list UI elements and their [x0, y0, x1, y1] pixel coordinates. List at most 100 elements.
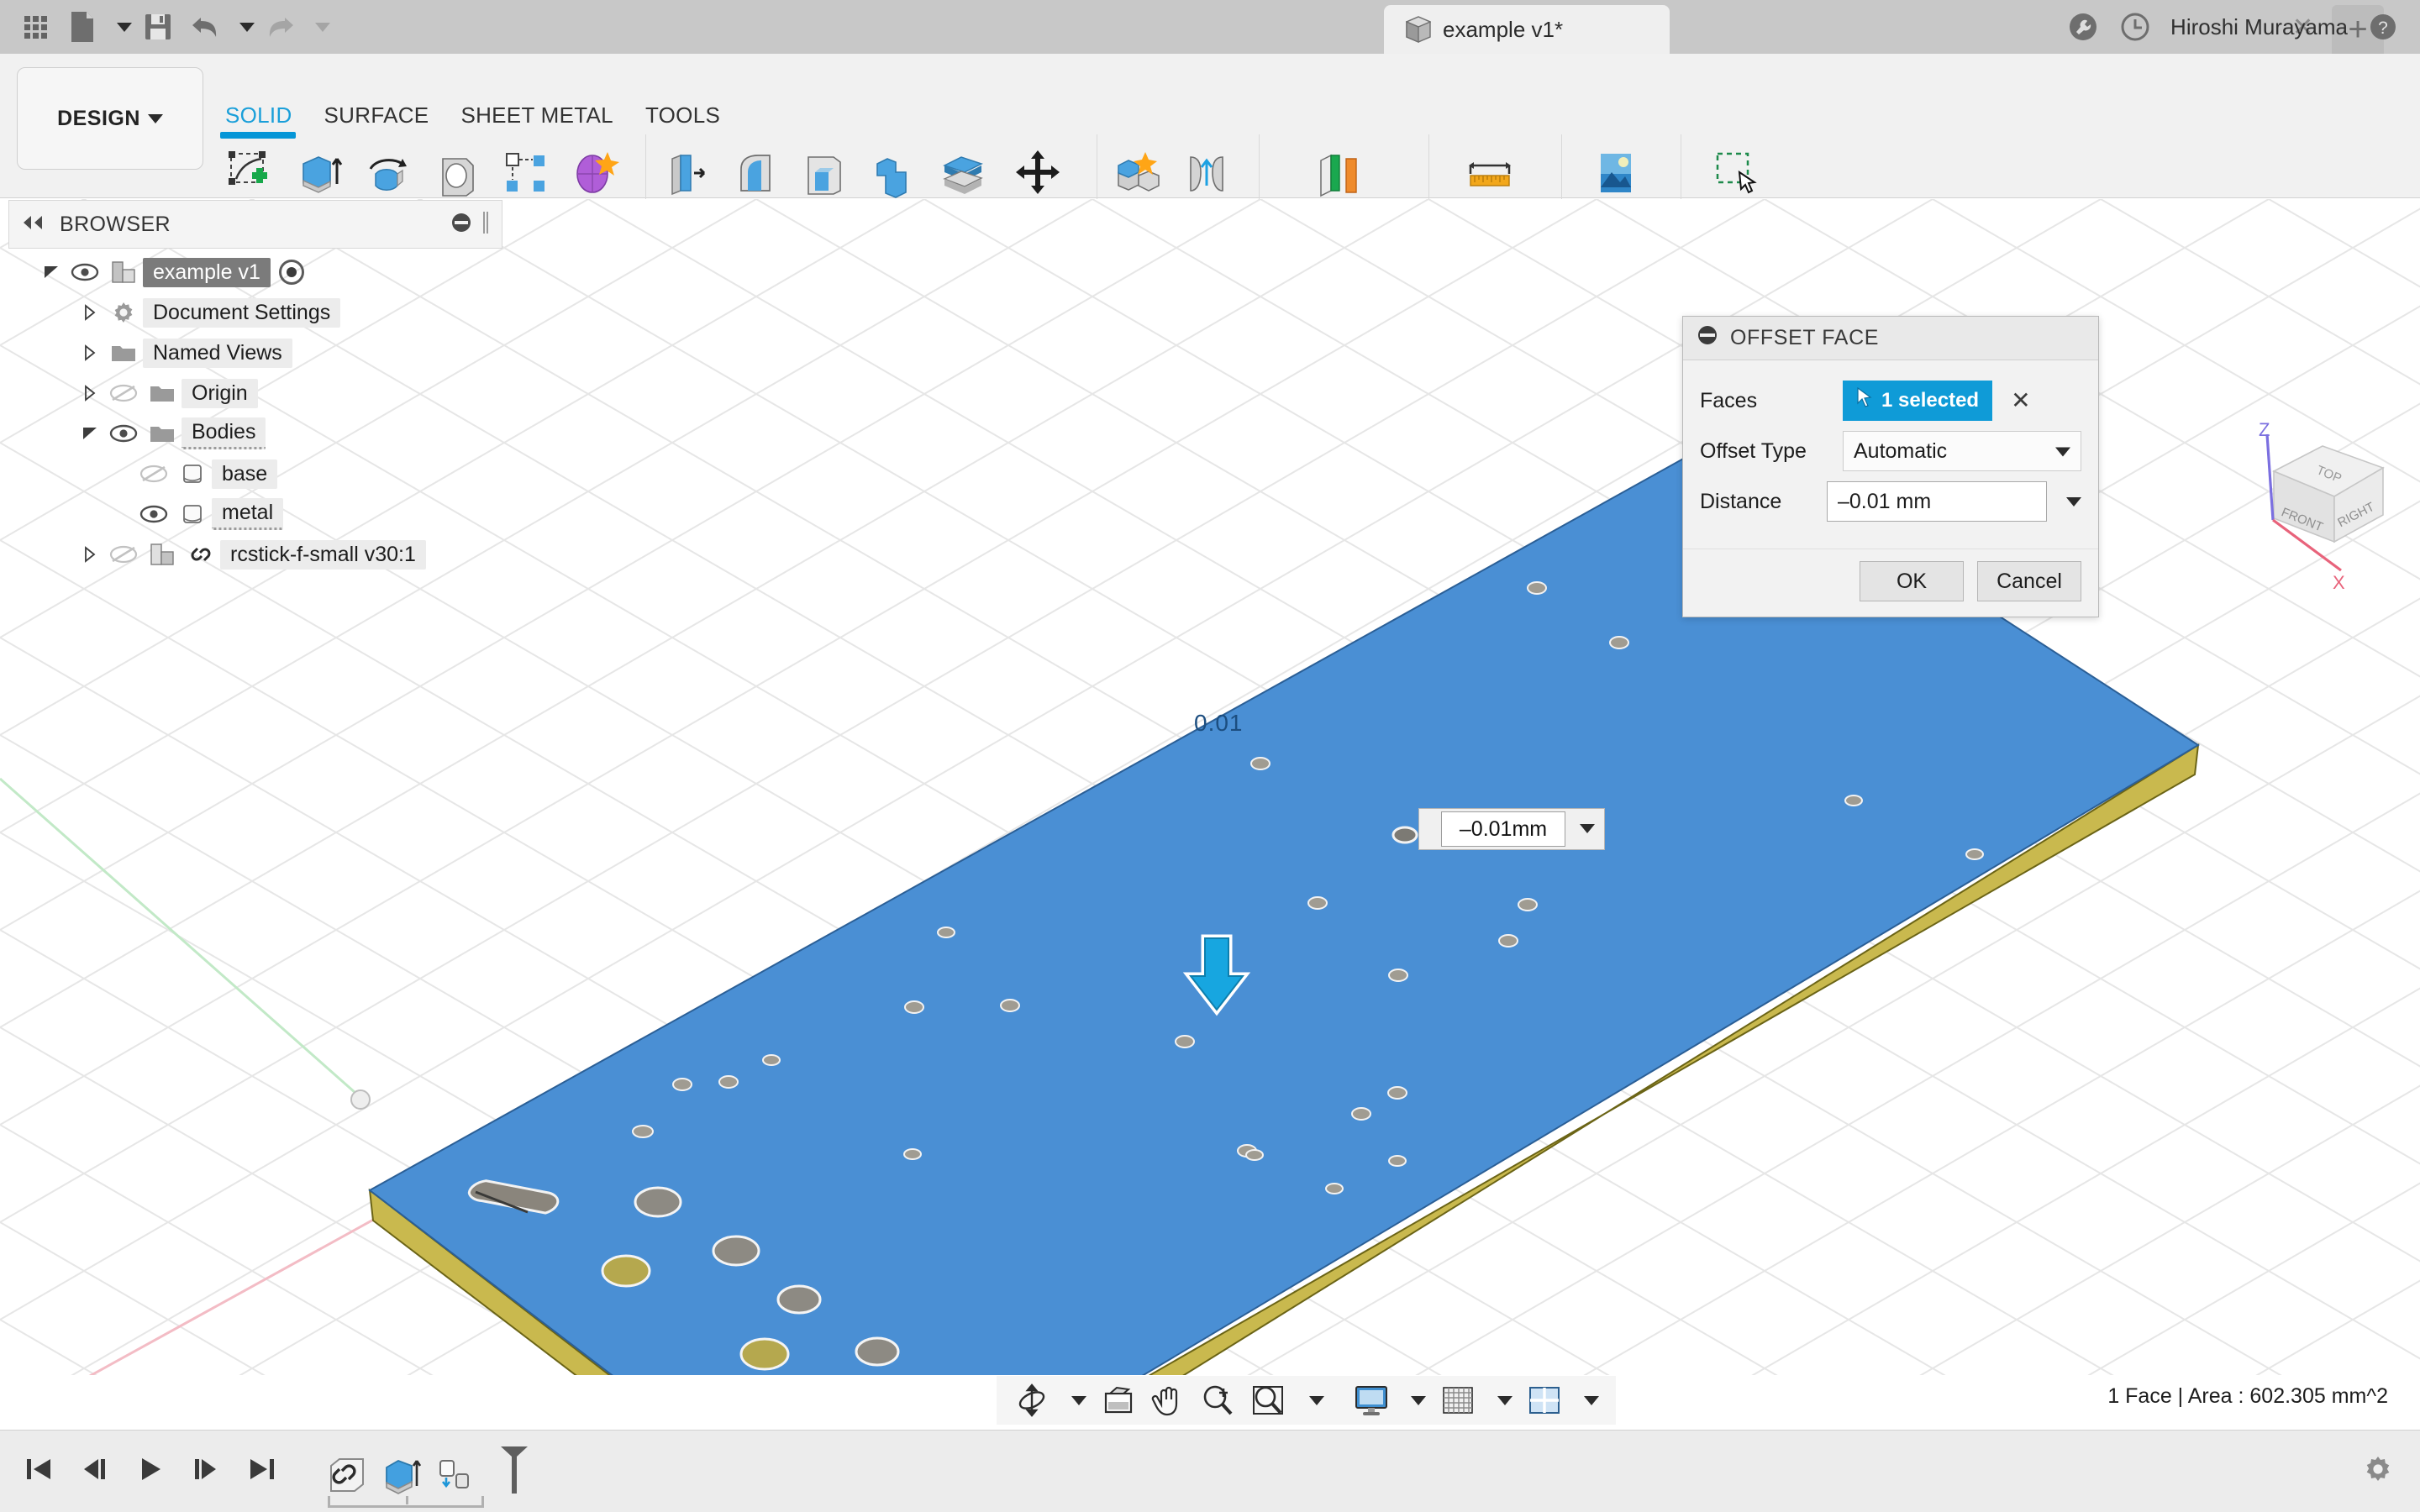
- visibility-eye-off-icon[interactable]: [104, 384, 143, 402]
- sweep-icon[interactable]: [425, 138, 489, 208]
- measure-icon[interactable]: [1451, 138, 1528, 208]
- panel-resize-handle[interactable]: [481, 210, 490, 239]
- viewports-dropdown-icon[interactable]: [1571, 1379, 1604, 1421]
- user-name-label[interactable]: Hiroshi Murayama: [2170, 14, 2348, 40]
- view-cube[interactable]: TOP FRONT RIGHT Z X: [2218, 416, 2420, 609]
- window-selection-icon[interactable]: [1698, 138, 1776, 208]
- undo-icon[interactable]: [182, 0, 229, 54]
- revolve-icon[interactable]: [356, 138, 420, 208]
- save-icon[interactable]: [134, 0, 182, 54]
- tree-node-named-views[interactable]: Named Views: [8, 333, 513, 373]
- tab-tools[interactable]: TOOLS: [645, 102, 752, 134]
- collapse-left-icon[interactable]: [21, 215, 46, 234]
- tree-node-base[interactable]: base: [8, 454, 513, 494]
- workspace-switcher-button[interactable]: DESIGN: [17, 67, 203, 170]
- body-icon: [173, 461, 212, 486]
- extrude-icon[interactable]: [287, 138, 351, 208]
- go-to-end-icon[interactable]: [245, 1455, 277, 1488]
- settings-gear-icon[interactable]: [2361, 1475, 2395, 1489]
- inline-distance-input[interactable]: –0.01mm: [1441, 811, 1565, 847]
- grid-snaps-dropdown-icon[interactable]: [1485, 1379, 1518, 1421]
- twisty-expanded-icon[interactable]: [76, 424, 104, 443]
- distance-input[interactable]: –0.01 mm: [1827, 481, 2047, 522]
- view-cube-body[interactable]: TOP FRONT RIGHT: [2274, 446, 2383, 542]
- chevron-down-icon[interactable]: [1572, 822, 1595, 837]
- twisty-expanded-icon[interactable]: [37, 263, 66, 281]
- minimize-icon[interactable]: [450, 211, 473, 239]
- offset-face-icon[interactable]: [930, 138, 994, 208]
- tab-surface[interactable]: SURFACE: [324, 102, 461, 134]
- redo-icon[interactable]: [257, 0, 304, 54]
- pan-icon[interactable]: [1145, 1379, 1191, 1421]
- tree-node-metal[interactable]: metal: [8, 494, 513, 534]
- combine-icon[interactable]: [861, 138, 925, 208]
- redo-dropdown-icon[interactable]: [304, 0, 333, 54]
- activate-component-radio[interactable]: [279, 260, 304, 285]
- job-status-icon[interactable]: [2118, 10, 2152, 44]
- extrude-feature-icon[interactable]: [376, 1451, 425, 1499]
- twisty-collapsed-icon[interactable]: [76, 304, 104, 321]
- extensions-icon[interactable]: [2066, 10, 2100, 44]
- timeline-marker-icon[interactable]: [496, 1443, 533, 1499]
- visibility-eye-icon[interactable]: [66, 263, 104, 281]
- tab-sheet-metal[interactable]: SHEET METAL: [460, 102, 645, 134]
- new-component-icon[interactable]: [1106, 138, 1170, 208]
- look-at-icon[interactable]: [1095, 1379, 1142, 1421]
- offset-type-select[interactable]: Automatic: [1843, 431, 2081, 471]
- visibility-eye-off-icon[interactable]: [104, 545, 143, 564]
- undo-dropdown-icon[interactable]: [229, 0, 257, 54]
- new-document-dropdown-icon[interactable]: [106, 0, 134, 54]
- dialog-menu-icon[interactable]: [1697, 324, 1718, 352]
- twisty-collapsed-icon[interactable]: [76, 385, 104, 402]
- tree-node-example-v1[interactable]: example v1: [8, 252, 513, 292]
- ok-button[interactable]: OK: [1860, 561, 1964, 601]
- new-document-icon[interactable]: [59, 0, 106, 54]
- step-forward-icon[interactable]: [190, 1455, 222, 1488]
- sketch-feature-icon[interactable]: [323, 1451, 371, 1499]
- tree-node-document-settings[interactable]: Document Settings: [8, 292, 513, 333]
- form-icon[interactable]: [563, 138, 627, 208]
- shell-icon[interactable]: [792, 138, 856, 208]
- combine-feature-icon[interactable]: [430, 1451, 479, 1499]
- display-settings-icon[interactable]: [1348, 1379, 1395, 1421]
- pattern-icon[interactable]: [494, 138, 558, 208]
- faces-selection-chip[interactable]: 1 selected: [1843, 381, 1992, 421]
- hole: [778, 1286, 820, 1313]
- play-icon[interactable]: [134, 1455, 166, 1488]
- create-sketch-icon[interactable]: [218, 138, 282, 208]
- offset-face-dialog[interactable]: OFFSET FACE Faces 1 selected ✕ Offset Ty…: [1682, 316, 2099, 617]
- inline-distance-input-group[interactable]: –0.01mm: [1418, 808, 1605, 850]
- visibility-eye-icon[interactable]: [104, 424, 143, 443]
- viewports-icon[interactable]: [1521, 1379, 1568, 1421]
- visibility-eye-icon[interactable]: [134, 505, 173, 523]
- display-settings-dropdown-icon[interactable]: [1398, 1379, 1431, 1421]
- step-back-icon[interactable]: [79, 1455, 111, 1488]
- tab-solid[interactable]: SOLID: [225, 102, 324, 134]
- help-icon[interactable]: ?: [2366, 10, 2400, 44]
- twisty-collapsed-icon[interactable]: [76, 344, 104, 361]
- tree-node-rcstick-f-small[interactable]: rcstick-f-small v30:1: [8, 534, 513, 575]
- app-grid-icon[interactable]: [12, 0, 59, 54]
- twisty-collapsed-icon[interactable]: [76, 546, 104, 563]
- cancel-button[interactable]: Cancel: [1977, 561, 2081, 601]
- grid-snaps-icon[interactable]: [1434, 1379, 1481, 1421]
- orbit-icon[interactable]: [1008, 1379, 1055, 1421]
- zoom-icon[interactable]: [1194, 1379, 1241, 1421]
- tree-node-bodies[interactable]: Bodies: [8, 413, 513, 454]
- zoom-window-icon[interactable]: [1244, 1379, 1293, 1421]
- fillet-icon[interactable]: [723, 138, 787, 208]
- orbit-dropdown-icon[interactable]: [1059, 1379, 1092, 1421]
- visibility-eye-off-icon[interactable]: [134, 465, 173, 483]
- distance-dropdown-icon[interactable]: [2059, 490, 2081, 514]
- joint-icon[interactable]: [1175, 138, 1239, 208]
- tree-node-origin[interactable]: Origin: [8, 373, 513, 413]
- document-tab[interactable]: example v1*: [1384, 5, 1670, 54]
- insert-image-icon[interactable]: [1577, 138, 1655, 208]
- offset-plane-icon[interactable]: [1300, 138, 1377, 208]
- zoom-window-dropdown-icon[interactable]: [1297, 1379, 1329, 1421]
- go-to-beginning-icon[interactable]: [24, 1455, 55, 1488]
- move-copy-icon[interactable]: [999, 138, 1076, 208]
- press-pull-icon[interactable]: [655, 138, 718, 208]
- clear-selection-icon[interactable]: ✕: [2011, 389, 2030, 412]
- axis-x-label: X: [2333, 572, 2345, 593]
